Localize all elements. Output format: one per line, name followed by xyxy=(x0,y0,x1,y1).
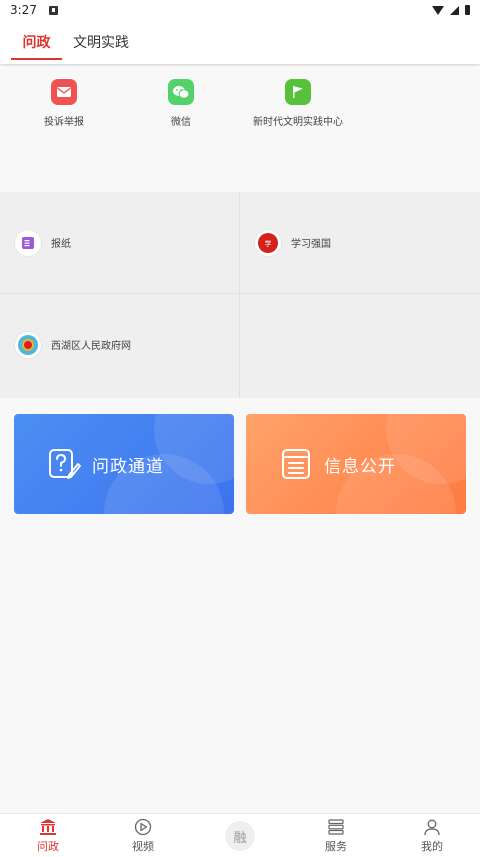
svg-text:学: 学 xyxy=(265,239,272,248)
nav-label: 我的 xyxy=(421,840,443,853)
card-label: 信息公开 xyxy=(324,456,396,477)
nav-label: 服务 xyxy=(325,840,347,853)
media-grid: 报纸 学 学习强国 西湖区人民政府网 xyxy=(0,192,480,398)
notification-icon xyxy=(48,5,58,15)
top-tab-bar: 问政 文明实践 xyxy=(0,20,480,64)
play-circle-icon xyxy=(134,818,152,836)
nav-video[interactable]: 视频 xyxy=(95,814,191,857)
xuexi-icon: 学 xyxy=(255,229,281,256)
shortcut-label: 投诉举报 xyxy=(44,117,84,128)
user-icon xyxy=(423,818,441,836)
shortcut-wechat[interactable]: 微信 xyxy=(121,79,241,128)
battery-icon xyxy=(465,5,470,15)
shortcut-complaint[interactable]: 投诉举报 xyxy=(4,79,124,128)
grid-item-xihu-gov[interactable]: 西湖区人民政府网 xyxy=(0,294,239,395)
shortcut-label: 微信 xyxy=(171,117,191,128)
signal-icon xyxy=(450,5,459,15)
flag-icon xyxy=(285,79,311,105)
rong-center-icon: 融 xyxy=(225,821,255,851)
shortcut-label: 新时代文明实践中心 xyxy=(253,117,343,128)
nav-mine[interactable]: 我的 xyxy=(384,814,480,857)
grid-item-label: 西湖区人民政府网 xyxy=(51,341,131,352)
government-icon xyxy=(39,818,57,836)
status-time: 3:27 xyxy=(10,3,37,17)
question-note-icon xyxy=(49,449,81,479)
shortcut-row: 投诉举报 微信 新时代文明实践中心 xyxy=(0,66,480,192)
tab-wenming-shijian[interactable]: 文明实践 xyxy=(72,20,130,64)
status-bar: 3:27 xyxy=(0,0,480,20)
grid-item-xuexi[interactable]: 学 学习强国 xyxy=(240,192,480,293)
grid-item-label: 学习强国 xyxy=(291,239,331,250)
nav-wenzheng[interactable]: 问政 xyxy=(0,814,96,857)
mail-icon xyxy=(51,79,77,105)
service-list-icon xyxy=(327,818,345,836)
tab-wenzheng[interactable]: 问政 xyxy=(11,20,62,64)
grid-item-label: 报纸 xyxy=(51,239,71,250)
nav-label: 视频 xyxy=(132,840,154,853)
nav-rong-center[interactable]: 融 xyxy=(192,814,288,857)
emblem-icon xyxy=(15,331,41,358)
status-icons xyxy=(432,5,470,15)
wifi-icon xyxy=(432,5,444,15)
nav-label: 问政 xyxy=(37,840,59,853)
card-wenzheng-channel[interactable]: 问政通道 xyxy=(14,414,234,514)
card-label: 问政通道 xyxy=(92,456,164,477)
shortcut-civilization-center[interactable]: 新时代文明实践中心 xyxy=(238,79,358,128)
bottom-nav: 问政 视频 融 服务 我的 xyxy=(0,813,480,857)
card-info-disclosure[interactable]: 信息公开 xyxy=(246,414,466,514)
wechat-icon xyxy=(168,79,194,105)
newspaper-icon xyxy=(15,229,41,256)
nav-service[interactable]: 服务 xyxy=(288,814,384,857)
document-list-icon xyxy=(282,449,310,479)
grid-item-newspaper[interactable]: 报纸 xyxy=(0,192,239,293)
